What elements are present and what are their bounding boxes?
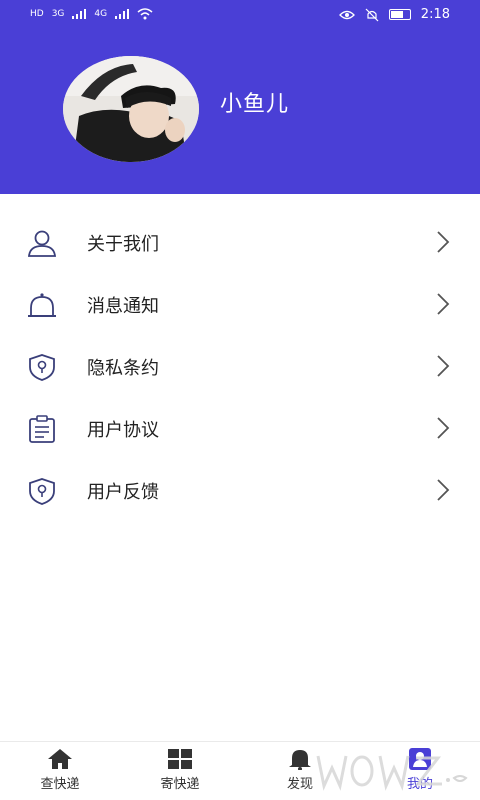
- menu-label: 消息通知: [87, 296, 159, 317]
- menu-item-privacy[interactable]: 隐私条约: [0, 336, 480, 398]
- menu-item-user-agreement[interactable]: 用户协议: [0, 398, 480, 460]
- bell-icon: [289, 750, 311, 770]
- eye-icon: [338, 10, 355, 19]
- chevron-right-icon: [437, 231, 450, 253]
- tab-track-express[interactable]: 查快递: [0, 748, 120, 792]
- shield-icon: [29, 478, 55, 505]
- mute-bell-icon: [365, 8, 379, 21]
- avatar-photo: [63, 56, 199, 162]
- signal-icon: [72, 9, 87, 19]
- clock: 2:18: [420, 7, 450, 22]
- status-right: 2:18: [338, 7, 450, 22]
- tab-label: 我的: [406, 777, 433, 792]
- tab-label: 寄快递: [160, 777, 200, 792]
- chevron-right-icon: [437, 293, 450, 315]
- menu-label: 用户反馈: [87, 482, 159, 503]
- status-left: HD 3G 4G: [30, 8, 153, 20]
- shield-icon: [29, 354, 55, 381]
- signal-icon: [115, 9, 130, 19]
- user-icon: [28, 230, 56, 257]
- tab-mine[interactable]: 我的: [360, 748, 480, 792]
- profile-icon: [409, 748, 431, 770]
- menu-item-feedback[interactable]: 用户反馈: [0, 460, 480, 522]
- bell-icon: [28, 293, 56, 317]
- menu-item-notifications[interactable]: 消息通知: [0, 274, 480, 336]
- menu-label: 隐私条约: [87, 358, 159, 379]
- tab-label: 查快递: [40, 777, 80, 792]
- status-bar: HD 3G 4G 2:18: [0, 0, 480, 30]
- bottom-tab-bar: 查快递 寄快递 发现 我的: [0, 741, 480, 800]
- menu-label: 关于我们: [87, 234, 159, 255]
- profile-header: HD 3G 4G 2:18 小鱼儿: [0, 0, 480, 194]
- chevron-right-icon: [437, 417, 450, 439]
- home-icon: [48, 749, 72, 769]
- tab-discover[interactable]: 发现: [240, 748, 360, 792]
- tab-send-express[interactable]: 寄快递: [120, 748, 240, 792]
- signal-4g: 4G: [94, 9, 108, 19]
- signal-3g: 3G: [51, 9, 65, 19]
- username: 小鱼儿: [220, 92, 290, 117]
- chevron-right-icon: [437, 479, 450, 501]
- menu-label: 用户协议: [87, 420, 159, 441]
- menu-item-about[interactable]: 关于我们: [0, 212, 480, 274]
- tab-label: 发现: [286, 777, 313, 792]
- grid-icon: [168, 749, 192, 769]
- settings-menu: 关于我们 消息通知 隐私条约 用户协议 用户反馈: [0, 212, 480, 522]
- hd-badge: HD: [30, 9, 44, 19]
- clipboard-icon: [29, 415, 55, 443]
- avatar[interactable]: [63, 56, 199, 162]
- chevron-right-icon: [437, 355, 450, 377]
- wifi-icon: [137, 8, 153, 20]
- battery-icon: [388, 9, 411, 20]
